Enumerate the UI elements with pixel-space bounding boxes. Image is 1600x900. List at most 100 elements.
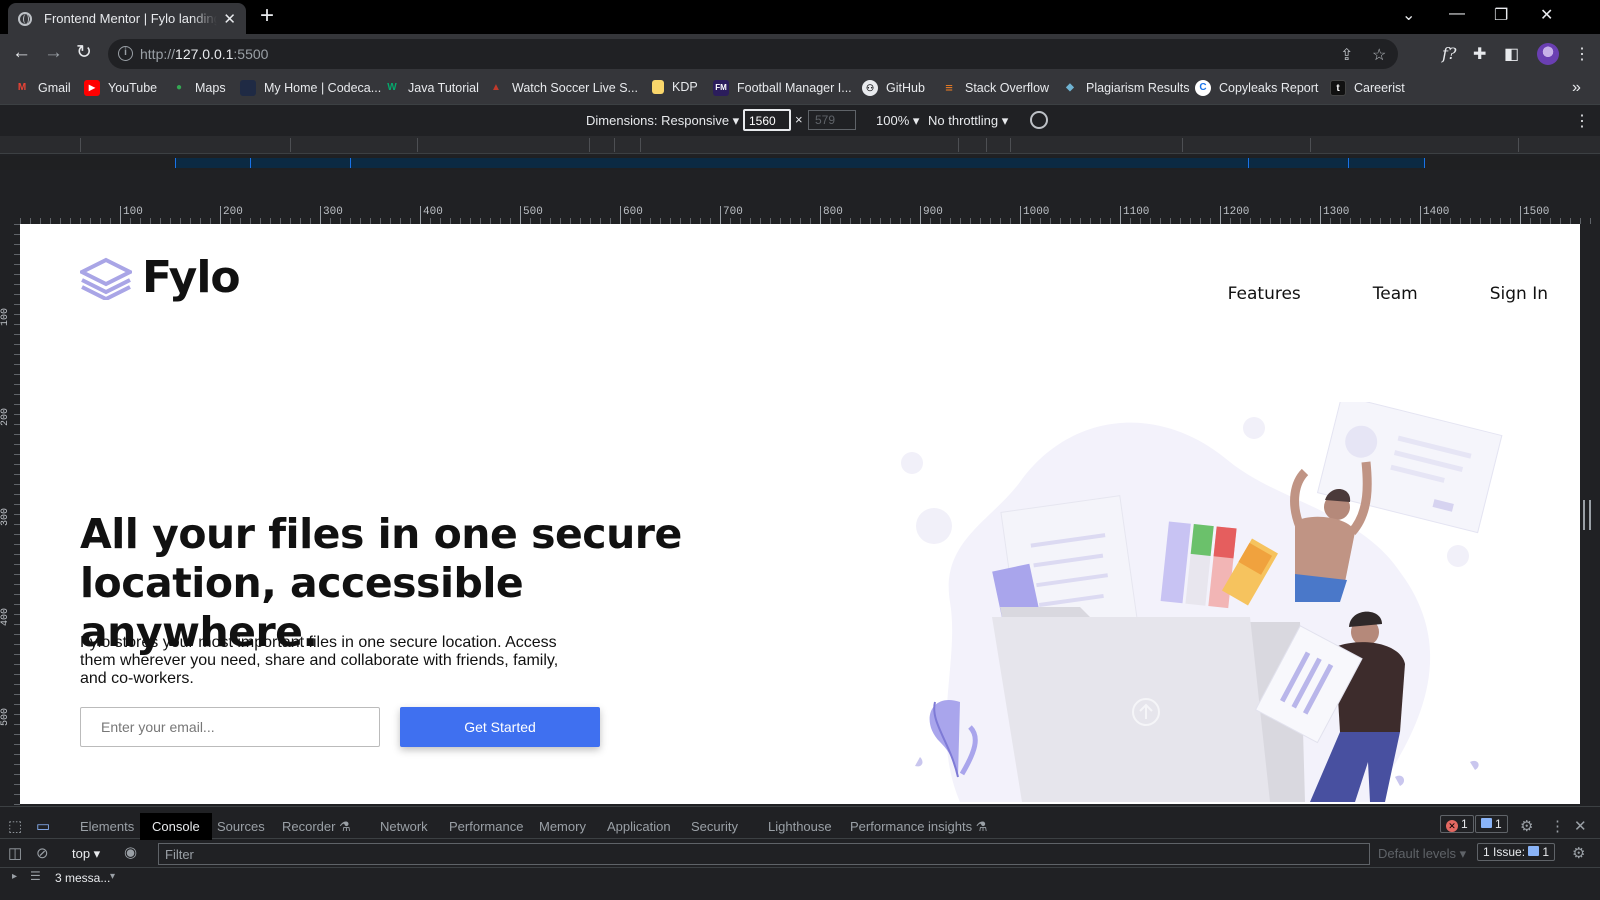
tab-network[interactable]: Network xyxy=(380,819,428,834)
message-count-badge[interactable]: 1 xyxy=(1475,815,1508,833)
viewport-resize-handle-right[interactable] xyxy=(1583,500,1591,530)
careerist-icon: t xyxy=(1330,80,1346,96)
bookmark-gmail[interactable]: M Gmail xyxy=(14,80,71,96)
fylo-logo[interactable]: Fylo xyxy=(80,252,241,303)
sidebar-toggle-icon[interactable]: ◫ xyxy=(8,844,22,862)
tab-performance-insights[interactable]: Performance insights ⚗ xyxy=(850,819,987,835)
menu-kebab-icon[interactable]: ⋮ xyxy=(1574,44,1590,64)
media-query-segment[interactable] xyxy=(958,138,959,152)
nav-team[interactable]: Team xyxy=(1373,284,1418,304)
bookmark-youtube[interactable]: ▶ YouTube xyxy=(84,80,157,96)
close-window-button[interactable]: ✕ xyxy=(1540,5,1553,25)
ruler-mark: 300 xyxy=(320,206,343,224)
restore-button[interactable]: ❐ xyxy=(1494,5,1508,25)
bookmark-kdp[interactable]: KDP xyxy=(652,80,698,94)
bookmark-label: GitHub xyxy=(886,81,925,95)
new-tab-button[interactable]: + xyxy=(260,3,274,29)
bookmark-maps[interactable]: ● Maps xyxy=(171,80,226,96)
tab-sources[interactable]: Sources xyxy=(217,819,265,834)
bookmark-soccer[interactable]: ▲ Watch Soccer Live S... xyxy=(488,80,638,96)
clear-console-icon[interactable]: ⊘ xyxy=(36,844,49,862)
width-input[interactable]: 1560 xyxy=(743,109,791,131)
reload-button[interactable]: ↻ xyxy=(76,41,92,65)
get-started-button[interactable]: Get Started xyxy=(400,707,600,747)
media-query-segment[interactable] xyxy=(1010,138,1011,152)
bookmark-careerist[interactable]: t Careerist xyxy=(1330,80,1405,96)
tab-search-icon[interactable]: ⌄ xyxy=(1402,5,1415,25)
bookmarks-overflow-icon[interactable]: » xyxy=(1572,79,1581,97)
hero-description: Fylo stores your most important files in… xyxy=(80,634,559,687)
bookmark-stackoverflow[interactable]: ≡ Stack Overflow xyxy=(941,80,1049,96)
media-query-segment[interactable] xyxy=(417,138,418,152)
zoom-dropdown[interactable]: 100% ▾ xyxy=(876,113,919,129)
bookmark-copyleaks[interactable]: C Copyleaks Report xyxy=(1195,80,1318,96)
tab-application[interactable]: Application xyxy=(607,819,671,834)
device-toolbar-menu-icon[interactable]: ⋮ xyxy=(1574,111,1590,131)
extension-fx-icon[interactable]: f? xyxy=(1442,44,1457,63)
devtools-menu-icon[interactable]: ⋮ xyxy=(1550,817,1565,835)
rotate-icon[interactable] xyxy=(1026,107,1052,133)
forward-button[interactable]: → xyxy=(44,41,63,65)
bookmark-plagiarism[interactable]: ◆ Plagiarism Results xyxy=(1062,80,1189,96)
extensions-puzzle-icon[interactable]: ✚ xyxy=(1473,44,1486,64)
side-panel-icon[interactable]: ◧ xyxy=(1504,44,1519,64)
media-query-range[interactable] xyxy=(175,158,1425,168)
tab-lighthouse[interactable]: Lighthouse xyxy=(768,819,832,834)
email-input[interactable] xyxy=(80,707,380,747)
issues-badge[interactable]: 1 Issue: 1 xyxy=(1477,843,1556,861)
media-query-segment[interactable] xyxy=(986,138,987,152)
url-text[interactable]: http://127.0.0.1:5500 xyxy=(140,46,268,62)
tab-elements[interactable]: Elements xyxy=(80,819,134,834)
url-suffix: :5500 xyxy=(233,46,269,62)
bookmark-github[interactable]: ⚇ GitHub xyxy=(862,80,925,96)
dimensions-dropdown[interactable]: Dimensions: Responsive ▾ xyxy=(586,113,739,129)
media-query-segment[interactable] xyxy=(614,138,615,152)
browser-tab[interactable]: Frontend Mentor | Fylo landing p ✕ xyxy=(8,3,246,34)
media-query-segment[interactable] xyxy=(589,138,590,152)
console-filter-input[interactable] xyxy=(158,843,1370,865)
throttling-dropdown[interactable]: No throttling ▾ xyxy=(928,113,1008,129)
context-selector[interactable]: top ▾ xyxy=(72,846,100,862)
share-icon[interactable]: ⇪ xyxy=(1340,45,1353,65)
settings-gear-icon[interactable]: ⚙ xyxy=(1520,817,1533,835)
tab-performance[interactable]: Performance xyxy=(449,819,523,834)
address-bar[interactable]: i http://127.0.0.1:5500 ⇪ ☆ xyxy=(108,39,1398,69)
media-query-bar-top xyxy=(0,136,1600,154)
device-toggle-icon[interactable]: ▭ xyxy=(36,817,50,835)
tab-memory[interactable]: Memory xyxy=(539,819,586,834)
close-tab-icon[interactable]: ✕ xyxy=(223,10,236,28)
console-settings-icon[interactable]: ⚙ xyxy=(1572,844,1585,862)
media-query-segment[interactable] xyxy=(1518,138,1519,152)
tab-security[interactable]: Security xyxy=(691,819,738,834)
ruler-mark: 1300 xyxy=(1320,206,1349,224)
messages-summary[interactable]: 3 messa... xyxy=(55,871,110,885)
expand-arrow-icon[interactable]: ▸ xyxy=(12,871,17,882)
bookmark-star-icon[interactable]: ☆ xyxy=(1372,45,1386,65)
profile-avatar[interactable] xyxy=(1537,43,1559,65)
bookmark-football-manager[interactable]: FM Football Manager I... xyxy=(713,80,852,96)
media-query-segment[interactable] xyxy=(1182,138,1183,152)
messages-dropdown-icon[interactable]: ▾ xyxy=(110,871,115,882)
minimize-button[interactable]: — xyxy=(1449,5,1465,23)
tab-console[interactable]: Console xyxy=(140,813,212,840)
inspect-element-icon[interactable]: ⬚ xyxy=(8,817,22,835)
nav-sign-in[interactable]: Sign In xyxy=(1490,284,1548,304)
media-query-segment[interactable] xyxy=(1310,138,1311,152)
site-info-icon[interactable]: i xyxy=(118,46,133,61)
bookmark-java-tutorial[interactable]: W Java Tutorial xyxy=(384,80,479,96)
nav-features[interactable]: Features xyxy=(1228,284,1301,304)
gmail-icon: M xyxy=(17,82,27,93)
height-input[interactable]: 579 xyxy=(808,110,856,130)
media-query-segment[interactable] xyxy=(640,138,641,152)
browser-toolbar: ← → ↻ i http://127.0.0.1:5500 ⇪ ☆ f? ✚ ◧… xyxy=(0,34,1600,74)
bookmark-label: Maps xyxy=(195,81,226,95)
live-expression-eye-icon[interactable]: ◉ xyxy=(124,843,137,861)
back-button[interactable]: ← xyxy=(12,41,31,65)
log-levels-dropdown[interactable]: Default levels ▾ xyxy=(1378,846,1466,862)
tab-recorder[interactable]: Recorder ⚗ xyxy=(282,819,351,835)
close-devtools-icon[interactable]: ✕ xyxy=(1574,817,1587,835)
bookmark-codecademy[interactable]: My Home | Codeca... xyxy=(240,80,381,96)
media-query-segment[interactable] xyxy=(80,138,81,152)
media-query-segment[interactable] xyxy=(290,138,291,152)
error-count-badge[interactable]: ✕ 1 xyxy=(1440,815,1474,833)
